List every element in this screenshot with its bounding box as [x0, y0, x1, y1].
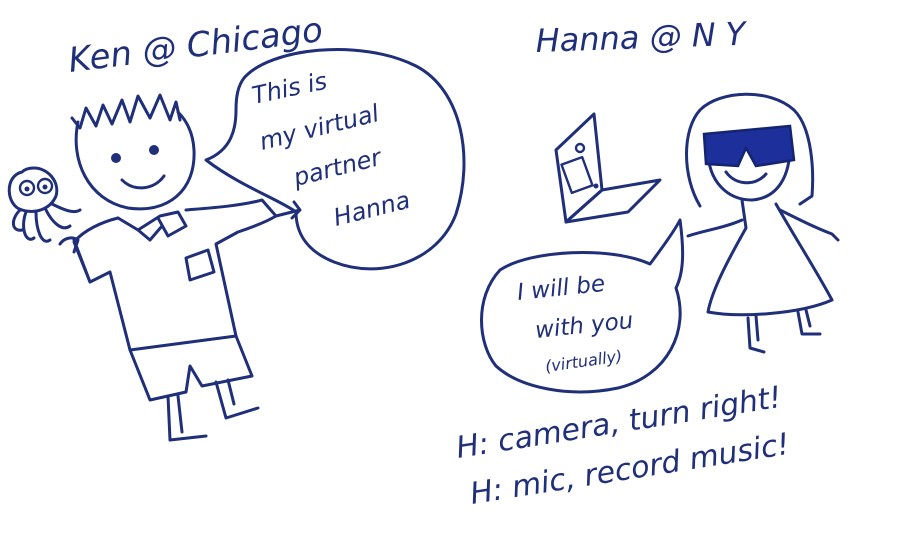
ken-collar	[116, 210, 188, 242]
hanna-left-leg	[746, 314, 766, 354]
ken-shorts	[128, 334, 254, 402]
hanna-location-label: Hanna @ N Y	[535, 15, 748, 60]
sketch-canvas: Ken @ Chicago Hanna @ N Y This is my vir…	[7, 10, 840, 512]
hanna-figure	[685, 92, 840, 354]
ken-shirt	[72, 198, 278, 352]
ken-speech-bubble: This is my virtual partner Hanna	[204, 48, 466, 271]
ken-head	[74, 110, 196, 211]
ken-bubble-line-3: partner	[290, 143, 386, 192]
hanna-dress	[706, 198, 834, 317]
ken-left-leg	[166, 394, 208, 442]
ken-right-eye	[149, 145, 159, 155]
ken-left-hand	[58, 236, 92, 284]
octopus-doll-icon	[7, 166, 92, 284]
sunglasses-icon	[702, 124, 796, 168]
ken-location-label: Ken @ Chicago	[66, 10, 325, 81]
ken-bubble-line-1: This is	[249, 67, 329, 110]
hanna-left-arm	[686, 218, 744, 238]
hanna-speech-bubble: I will be with you (virtually)	[480, 218, 685, 394]
octopus-left-pupil	[24, 186, 30, 192]
ken-right-leg	[214, 378, 260, 420]
laptop-icon	[554, 112, 662, 224]
hanna-smile	[724, 170, 768, 185]
laptop-base	[564, 178, 662, 224]
ken-shirt-pocket	[184, 248, 216, 282]
laptop-camera-icon	[574, 142, 586, 154]
ken-left-eye	[111, 153, 121, 163]
ken-smile	[120, 174, 166, 190]
laptop-indicator	[593, 183, 599, 189]
hanna-bubble-line-1: I will be	[516, 271, 606, 306]
octopus-right-pupil	[42, 184, 48, 190]
hanna-right-leg	[796, 308, 822, 336]
ken-bubble-line-4: Hanna	[331, 186, 413, 232]
laptop-video-window	[560, 155, 594, 195]
hanna-bubble-line-2: with you	[534, 308, 635, 344]
ken-hair	[70, 93, 182, 130]
hanna-bubble-line-3: (virtually)	[544, 346, 623, 376]
